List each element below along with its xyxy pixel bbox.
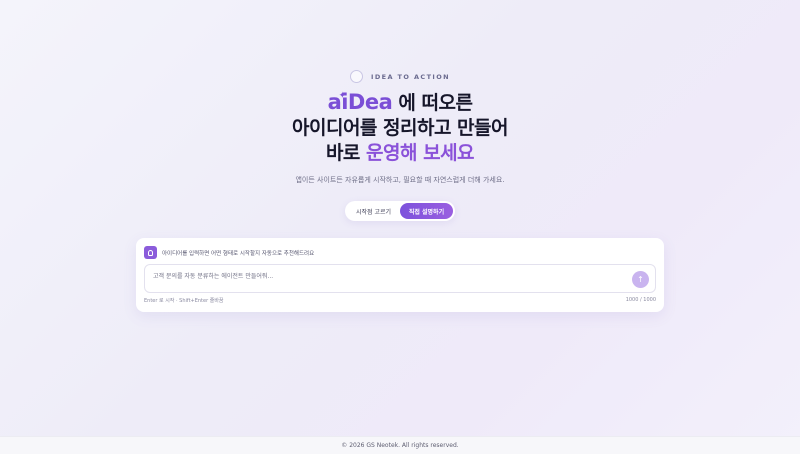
page-footer: © 2026 GS Neotek. All rights reserved. [0,436,800,454]
send-button[interactable]: ↑ [632,271,649,288]
char-count: 1000 / 1000 [625,297,656,303]
sparkle-icon: ✦ [338,91,347,101]
landing-page: IDEA TO ACTION ✦ aiDea 에 떠오른 아이디어를 정리하고 … [0,0,800,436]
shortcut-hint: Enter 로 시작 · Shift+Enter 줄바꿈 [144,298,224,304]
headline-line-3-text: 바로 [325,142,367,164]
headline-line-2: 아이디어를 정리하고 만들어 [292,117,509,139]
mode-toggle: 시작점 고르기 직접 설명하기 [345,201,455,221]
toggle-option-template[interactable]: 시작점 고르기 [347,203,400,219]
subtitle: 앱이든 사이트든 자유롭게 시작하고, 필요할 때 자연스럽게 더해 가세요. [295,176,505,184]
idea-input[interactable] [153,270,623,282]
arrow-up-icon: ↑ [637,275,644,284]
composer-hint-text: 아이디어를 입력하면 어떤 형태로 시작할지 자동으로 추천해드려요 [162,250,315,257]
headline-line-3: 바로 운영해 보세요 [0,141,800,166]
headline-accent: 운영해 보세요 [366,142,475,164]
lightbulb-icon [144,246,157,259]
brand-name: aiDea [327,90,393,114]
composer-hint: 아이디어를 입력하면 어떤 형태로 시작할지 자동으로 추천해드려요 [144,246,314,259]
toggle-option-describe[interactable]: 직접 설명하기 [400,203,453,219]
page-title: ✦ aiDea 에 떠오른 아이디어를 정리하고 만들어 바로 운영해 보세요 [0,90,800,166]
idea-composer-card: 아이디어를 입력하면 어떤 형태로 시작할지 자동으로 추천해드려요 ↑ Ent… [136,238,664,312]
eyebrow: IDEA TO ACTION [0,70,800,83]
circle-icon [350,70,363,83]
headline-line-1: ✦ aiDea 에 떠오른 [0,90,800,116]
eyebrow-text: IDEA TO ACTION [371,72,450,81]
idea-input-box: ↑ [144,264,656,293]
headline-line-1-text: 에 떠오른 [392,92,473,114]
copyright-text: © 2026 GS Neotek. All rights reserved. [341,442,459,449]
brand-logo: ✦ aiDea [328,90,393,116]
